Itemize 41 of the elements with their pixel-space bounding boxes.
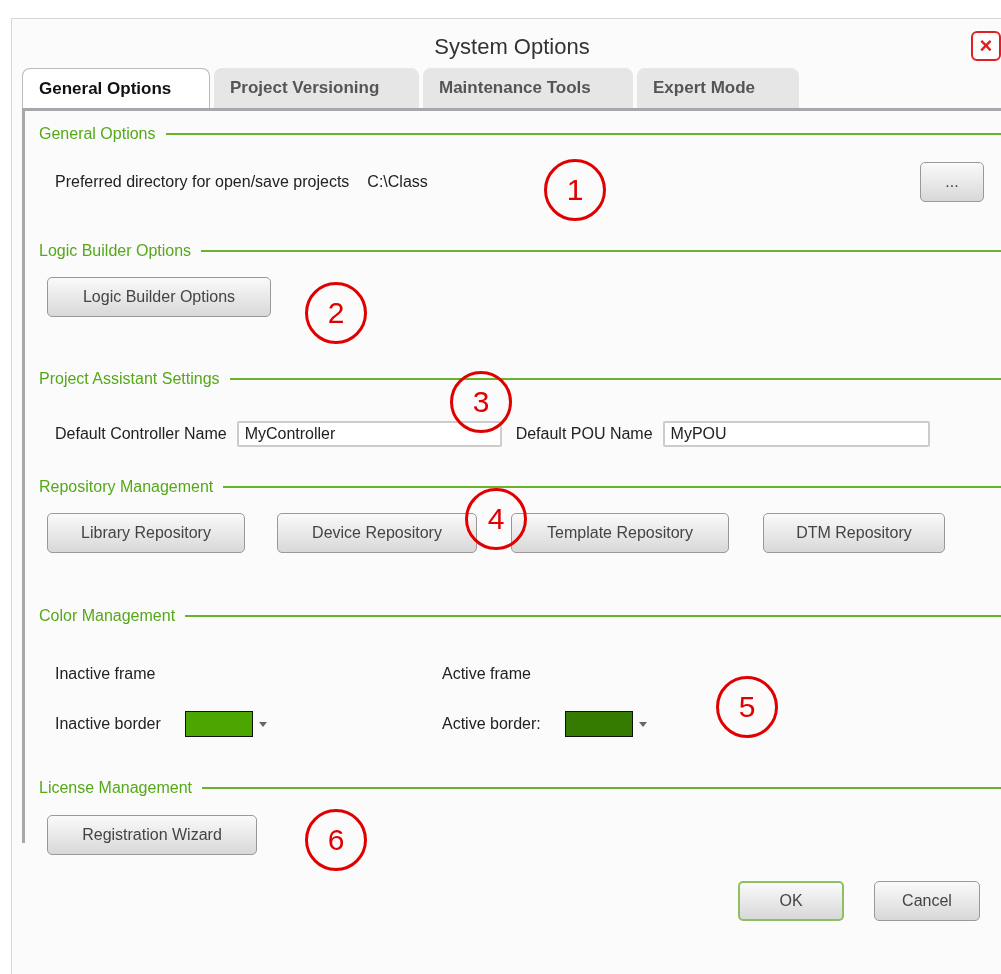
border-label: Active border: (442, 715, 541, 733)
callout-number: 2 (305, 282, 367, 344)
callout-number: 4 (465, 488, 527, 550)
tab[interactable]: Expert Mode (637, 68, 799, 108)
repository-button[interactable]: Library Repository (47, 513, 245, 553)
section-heading: Project Assistant Settings (39, 370, 220, 388)
repository-button[interactable]: DTM Repository (763, 513, 945, 553)
border-label: Inactive border (55, 715, 161, 733)
tab[interactable]: General Options (22, 68, 210, 108)
repository-button[interactable]: Template Repository (511, 513, 729, 553)
close-button[interactable]: × (971, 31, 1001, 61)
callout-number: 3 (450, 371, 512, 433)
repository-button[interactable]: Device Repository (277, 513, 477, 553)
section-heading: General Options (39, 125, 156, 143)
window-title: System Options (434, 33, 590, 60)
dialog-button[interactable]: OK (738, 881, 844, 921)
input-field[interactable]: MyPOU (662, 421, 930, 447)
section-heading: Logic Builder Options (39, 242, 192, 260)
registration-wizard-button[interactable]: Registration Wizard (47, 815, 257, 855)
directory-label: Preferred directory for open/save projects (55, 173, 350, 191)
browse-button[interactable]: ... (920, 162, 984, 202)
field-label: Default Controller Name (55, 425, 227, 443)
tab[interactable]: Project Versioning (214, 68, 419, 108)
directory-value: C:\Class (367, 173, 428, 191)
callout-number: 6 (305, 809, 367, 871)
dialog-button[interactable]: Cancel (874, 881, 980, 921)
field-label: Default POU Name (515, 425, 653, 443)
caret-icon (258, 721, 267, 727)
frame-label: Active frame (442, 665, 532, 683)
color-picker[interactable] (564, 711, 647, 737)
color-picker[interactable] (184, 711, 267, 737)
tab[interactable]: Maintenance Tools (423, 68, 633, 108)
input-field[interactable]: MyController (236, 421, 502, 447)
callout-number: 1 (544, 159, 606, 221)
caret-icon (638, 721, 647, 727)
logic-builder-button[interactable]: Logic Builder Options (47, 277, 271, 317)
frame-label: Inactive frame (55, 665, 157, 683)
section-heading: Repository Management (39, 478, 214, 496)
section-heading: License Management (39, 779, 192, 797)
callout-number: 5 (716, 676, 778, 738)
section-heading: Color Management (39, 607, 176, 625)
